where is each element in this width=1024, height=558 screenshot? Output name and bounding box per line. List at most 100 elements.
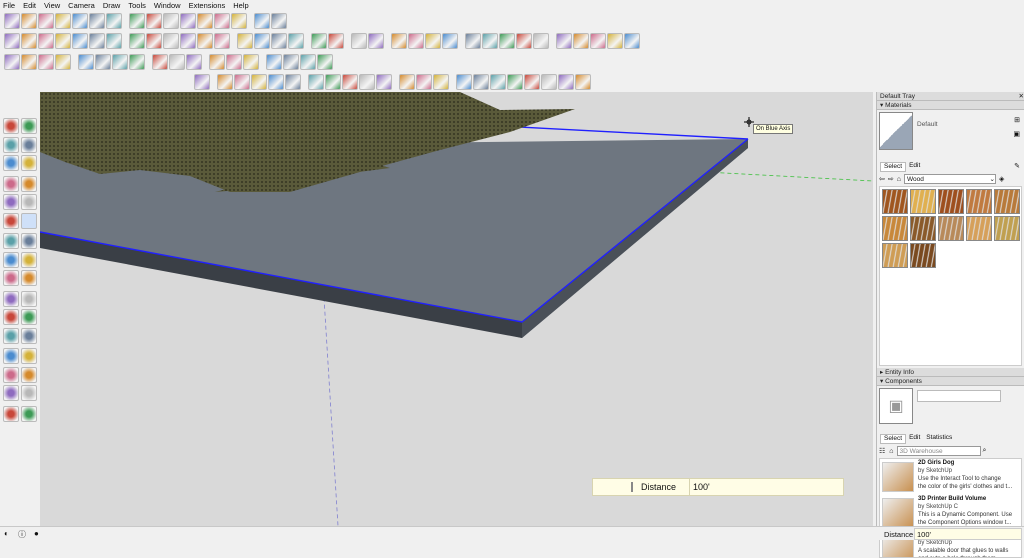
- home-icon[interactable]: ⌂: [897, 176, 901, 183]
- pan-tool-icon[interactable]: [3, 348, 19, 364]
- play-icon[interactable]: [391, 33, 407, 49]
- sandbox-scratch-icon[interactable]: [21, 33, 37, 49]
- eyedropper-icon[interactable]: ✎: [1014, 162, 1020, 172]
- style-hidden-icon[interactable]: [180, 13, 196, 29]
- menu-edit[interactable]: Edit: [23, 0, 36, 11]
- stop-icon[interactable]: [408, 33, 424, 49]
- menu-camera[interactable]: Camera: [68, 0, 95, 11]
- wood-material-swatch[interactable]: [938, 189, 964, 214]
- views-top-icon[interactable]: [21, 13, 37, 29]
- component-list-item[interactable]: 2D Girls Dog by SketchUp Use the Interact …: [880, 459, 1021, 494]
- sec2-icon[interactable]: [308, 74, 324, 90]
- camera-orbit-icon[interactable]: [38, 54, 54, 70]
- menu-draw[interactable]: Draw: [103, 0, 121, 11]
- next-icon[interactable]: [442, 33, 458, 49]
- geo-location-icon[interactable]: ◐: [4, 529, 9, 538]
- preview-icon[interactable]: [607, 33, 623, 49]
- drawing-area[interactable]: On Blue Axis Distance 100': [40, 92, 873, 526]
- sandbox-detail-icon[interactable]: [89, 33, 105, 49]
- home-icon[interactable]: ⌂: [889, 448, 893, 455]
- eraser-tool-icon[interactable]: [21, 118, 37, 134]
- menu-window[interactable]: Window: [154, 0, 181, 11]
- triangle-icon[interactable]: [473, 74, 489, 90]
- rotate-tool-icon[interactable]: [21, 233, 37, 249]
- section-icon[interactable]: [285, 74, 301, 90]
- push-pull-tool-icon[interactable]: [3, 233, 19, 249]
- fox-icon[interactable]: [399, 74, 415, 90]
- position-texture-icon[interactable]: [266, 54, 282, 70]
- sandbox-stamp-icon[interactable]: [55, 33, 71, 49]
- wood-material-swatch[interactable]: [966, 189, 992, 214]
- rectangle-tool-icon[interactable]: [21, 155, 37, 171]
- orbit-tool-icon[interactable]: [21, 327, 37, 344]
- component-list-item[interactable]: 3D Printer Build Volume by SketchUp C This…: [880, 495, 1021, 530]
- text-tool-icon[interactable]: [3, 309, 19, 325]
- 3d-text-tool-icon[interactable]: [3, 327, 19, 344]
- dynamic-attributes-icon[interactable]: [169, 54, 185, 70]
- project-texture-icon[interactable]: [283, 54, 299, 70]
- style-wireframe-icon[interactable]: [163, 13, 179, 29]
- move-tool-icon[interactable]: [21, 212, 37, 229]
- materials-header[interactable]: ▾ Materials: [877, 101, 1024, 110]
- mirror-icon[interactable]: [416, 74, 432, 90]
- section-plane-tool-icon[interactable]: [21, 405, 37, 422]
- solid-trim-icon[interactable]: [197, 33, 213, 49]
- tab-components-select[interactable]: Select: [880, 434, 907, 444]
- fog-icon[interactable]: [328, 33, 344, 49]
- look-around-tool-icon[interactable]: [21, 385, 37, 401]
- component-name-field[interactable]: [917, 390, 1001, 402]
- protractor-tool-icon[interactable]: [21, 290, 37, 307]
- tab-materials-edit[interactable]: Edit: [906, 162, 923, 172]
- position-camera-icon[interactable]: [112, 54, 128, 70]
- wood-material-swatch[interactable]: [882, 243, 908, 268]
- select-tool-icon[interactable]: [3, 118, 19, 134]
- label-icon[interactable]: [268, 74, 284, 90]
- components-header[interactable]: ▾ Components: [877, 377, 1024, 386]
- wood-material-swatch[interactable]: [994, 189, 1020, 214]
- google-earth-icon[interactable]: [300, 54, 316, 70]
- solid-subtract-icon[interactable]: [180, 33, 196, 49]
- extension-manager-icon[interactable]: [271, 13, 287, 29]
- default-material-icon[interactable]: ▣: [1013, 130, 1020, 138]
- component-share-icon[interactable]: [533, 33, 549, 49]
- rotated-rectangle-tool-icon[interactable]: [3, 175, 19, 192]
- wedge-icon[interactable]: [433, 74, 449, 90]
- tab-components-statistics[interactable]: Statistics: [923, 434, 955, 444]
- vcb-input[interactable]: 100': [689, 479, 843, 495]
- shadows-toggle-icon[interactable]: [209, 54, 225, 70]
- solid-outer-shell-icon[interactable]: [129, 33, 145, 49]
- entity-info-header[interactable]: ▸ Entity Info: [877, 368, 1024, 377]
- forward-icon[interactable]: ⇨: [888, 175, 894, 183]
- tab-materials-select[interactable]: Select: [880, 162, 907, 172]
- views-right-icon[interactable]: [55, 13, 71, 29]
- style-backedges-icon[interactable]: [146, 13, 162, 29]
- back-icon[interactable]: ⇦: [879, 175, 885, 183]
- location-icon-icon[interactable]: [624, 33, 640, 49]
- check-icon[interactable]: [194, 74, 210, 90]
- orient-icon[interactable]: [456, 74, 472, 90]
- paint-tool-icon[interactable]: [3, 136, 19, 153]
- sandbox-flip-icon[interactable]: [106, 33, 122, 49]
- style-monochrome-icon[interactable]: [231, 13, 247, 29]
- camera-standard-icon[interactable]: [4, 54, 20, 70]
- line-tool-icon[interactable]: [21, 136, 37, 153]
- look-around-icon[interactable]: [95, 54, 111, 70]
- follow-me-tool-icon[interactable]: [3, 251, 19, 268]
- protractor-icon[interactable]: [507, 74, 523, 90]
- freehand-tool-icon[interactable]: [3, 155, 19, 171]
- views-iso-icon[interactable]: [4, 13, 20, 29]
- user-icon[interactable]: ●: [34, 529, 39, 538]
- views-back-icon[interactable]: [72, 13, 88, 29]
- add-location-icon[interactable]: [465, 33, 481, 49]
- warehouse-extension-icon[interactable]: [573, 33, 589, 49]
- polygon-tool-icon[interactable]: [3, 194, 19, 210]
- material-name[interactable]: Default: [917, 121, 938, 128]
- walk-tool-icon[interactable]: [3, 405, 19, 422]
- solid-union-icon[interactable]: [163, 33, 179, 49]
- status-value-box[interactable]: 100': [914, 528, 1022, 540]
- position-camera-tool-icon[interactable]: [3, 385, 19, 401]
- arc-tool-icon[interactable]: [21, 194, 37, 210]
- wood-material-swatch[interactable]: [882, 189, 908, 214]
- view-options-icon[interactable]: ☷: [879, 447, 885, 455]
- scale-tool-icon[interactable]: [21, 251, 37, 268]
